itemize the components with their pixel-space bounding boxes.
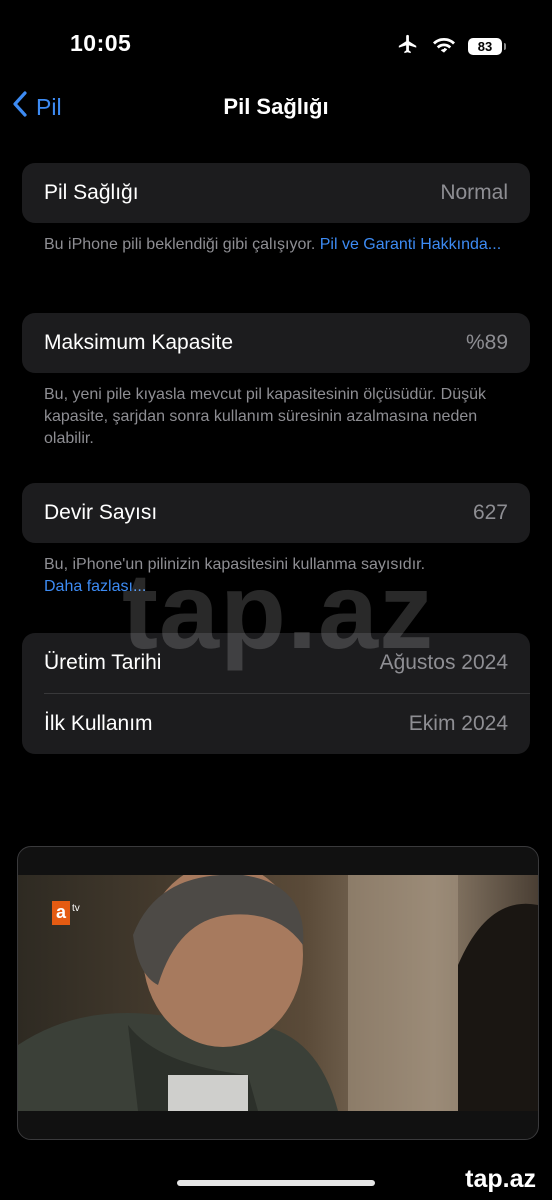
max-capacity-value: %89 xyxy=(465,331,508,354)
atv-logo: a tv xyxy=(52,901,80,925)
battery-warranty-link[interactable]: Pil ve Garanti Hakkında... xyxy=(320,236,501,253)
battery-health-label: Pil Sağlığı xyxy=(44,181,139,204)
first-use-label: İlk Kullanım xyxy=(44,712,153,735)
video-scene xyxy=(18,875,538,1111)
manufacture-date-value: Ağustos 2024 xyxy=(379,651,508,674)
status-time: 10:05 xyxy=(70,30,132,56)
battery-health-footer: Bu iPhone pili beklendiği gibi çalışıyor… xyxy=(44,234,504,256)
cycle-count-card: Devir Sayısı 627 xyxy=(22,483,530,543)
manufacture-date-row: Üretim Tarihi Ağustos 2024 xyxy=(22,633,530,693)
battery-health-value: Normal xyxy=(440,181,508,204)
max-capacity-card: Maksimum Kapasite %89 xyxy=(22,313,530,373)
status-icons: 83 xyxy=(396,33,506,60)
navigation-bar: Pil Pil Sağlığı xyxy=(0,88,552,128)
max-capacity-label: Maksimum Kapasite xyxy=(44,331,234,354)
first-use-row: İlk Kullanım Ekim 2024 xyxy=(22,694,530,754)
max-capacity-row: Maksimum Kapasite %89 xyxy=(22,313,530,373)
page-title: Pil Sağlığı xyxy=(223,94,329,119)
airplane-icon xyxy=(396,33,420,60)
atv-logo-mark: a xyxy=(52,901,70,925)
battery-health-card: Pil Sağlığı Normal xyxy=(22,163,530,223)
home-indicator[interactable] xyxy=(177,1180,375,1186)
cycle-count-label: Devir Sayısı xyxy=(44,501,158,524)
battery-health-footer-text: Bu iPhone pili beklendiği gibi çalışıyor… xyxy=(44,236,320,253)
cycle-count-footer-text: Bu, iPhone'un pilinizin kapasitesini kul… xyxy=(44,556,426,573)
cycle-count-footer: Bu, iPhone'un pilinizin kapasitesini kul… xyxy=(44,554,504,598)
atv-logo-suffix: tv xyxy=(72,903,80,914)
first-use-value: Ekim 2024 xyxy=(408,712,508,735)
cycle-count-row: Devir Sayısı 627 xyxy=(22,483,530,543)
cycle-count-value: 627 xyxy=(472,501,508,524)
battery-health-row: Pil Sağlığı Normal xyxy=(22,163,530,223)
status-bar: 10:05 83 xyxy=(0,0,552,90)
battery-icon: 83 xyxy=(468,38,506,55)
max-capacity-footer: Bu, yeni pile kıyasla mevcut pil kapasit… xyxy=(44,386,486,447)
wifi-icon xyxy=(432,35,456,58)
brand-logo: tap.az xyxy=(465,1165,536,1193)
learn-more-link[interactable]: Daha fazlası... xyxy=(44,578,146,595)
video-player[interactable]: a tv xyxy=(17,846,539,1140)
dates-card: Üretim Tarihi Ağustos 2024 İlk Kullanım … xyxy=(22,633,530,754)
video-frame-image: a tv xyxy=(18,875,538,1111)
manufacture-date-label: Üretim Tarihi xyxy=(44,651,162,674)
